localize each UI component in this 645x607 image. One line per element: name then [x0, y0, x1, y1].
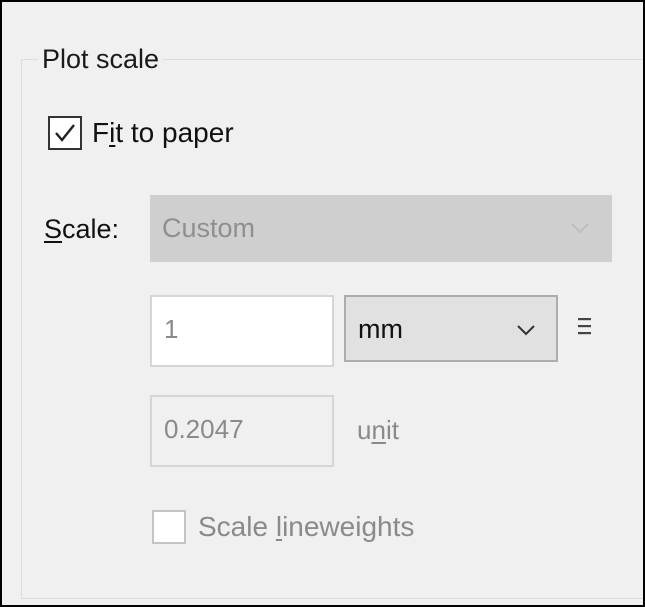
scale-label: Scale: — [44, 214, 120, 244]
unit-label: unit — [357, 415, 399, 445]
scale-select-value: Custom — [162, 213, 256, 243]
scale-lineweights-label[interactable]: Scale lineweights — [198, 510, 414, 544]
units-select-value: mm — [358, 314, 403, 344]
fit-to-paper-checkbox[interactable] — [48, 116, 82, 150]
paper-units-input[interactable]: 1 — [150, 295, 334, 367]
fit-to-paper-label[interactable]: Fit to paper — [92, 116, 234, 150]
units-select[interactable]: mm — [344, 295, 558, 362]
plot-scale-panel: Plot scale Fit to paper Scale: Custom 1 … — [0, 0, 645, 607]
chevron-down-icon — [571, 223, 589, 234]
scale-select[interactable]: Custom — [150, 195, 612, 262]
group-title: Plot scale — [38, 42, 164, 76]
drawing-units-input[interactable]: 0.2047 — [150, 395, 334, 467]
scale-lineweights-checkbox[interactable] — [152, 510, 186, 544]
chevron-down-icon — [517, 325, 535, 336]
hamburger-icon — [578, 318, 591, 335]
checkmark-icon — [55, 124, 75, 142]
